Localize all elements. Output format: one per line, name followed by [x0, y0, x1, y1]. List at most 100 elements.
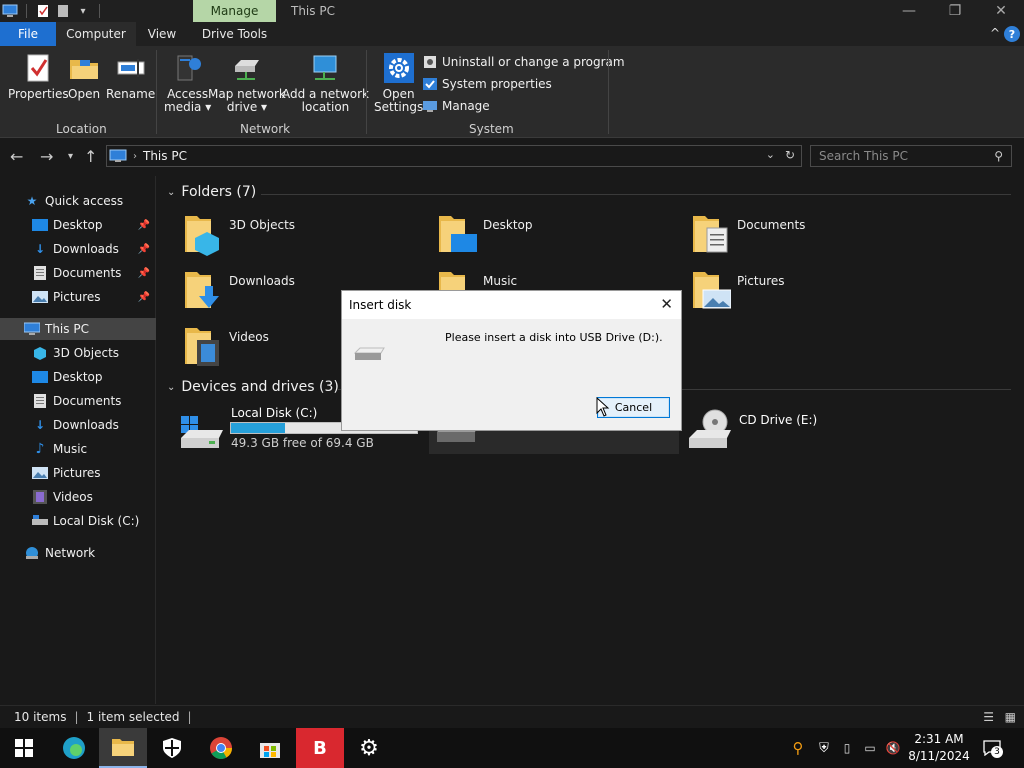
qat-dropdown-icon[interactable]: ▾: [75, 3, 91, 19]
sidebar-item-downloads[interactable]: ↓ Downloads: [0, 414, 156, 436]
sidebar-item-qa-pictures[interactable]: Pictures 📌: [0, 286, 156, 308]
this-pc-icon: [109, 149, 127, 162]
breadcrumb-chevron-icon[interactable]: ›: [133, 151, 137, 162]
rename-button[interactable]: Rename: [106, 52, 155, 101]
taskbar-bitdefender[interactable]: B: [296, 728, 344, 768]
forward-arrow-icon[interactable]: →: [40, 147, 53, 166]
taskbar-file-explorer[interactable]: [99, 728, 147, 768]
tray-network-icon[interactable]: ▭: [860, 728, 880, 768]
folder-desktop[interactable]: Desktop: [437, 212, 677, 260]
taskbar-security[interactable]: [148, 728, 196, 768]
devices-section-header[interactable]: ⌄ Devices and drives (3): [167, 379, 339, 395]
open-button[interactable]: Open: [68, 52, 100, 101]
uninstall-program-button[interactable]: Uninstall or change a program: [422, 52, 625, 72]
sidebar-item-music[interactable]: ♪ Music: [0, 438, 156, 460]
mouse-cursor-icon: [596, 397, 610, 417]
folder-pictures[interactable]: Pictures: [691, 268, 931, 316]
sidebar-item-desktop[interactable]: Desktop: [0, 366, 156, 388]
back-arrow-icon[interactable]: ←: [10, 147, 23, 166]
folder-3d-objects-icon: [185, 216, 219, 256]
sidebar-item-qa-desktop[interactable]: Desktop 📌: [0, 214, 156, 236]
ribbon-tabs: File Computer View Drive Tools ^ ?: [0, 22, 1024, 46]
pin-icon[interactable]: 📌: [138, 244, 150, 255]
pin-icon[interactable]: 📌: [138, 268, 150, 279]
search-input[interactable]: Search This PC ⚲: [810, 145, 1012, 167]
computer-icon[interactable]: [2, 3, 18, 19]
volume-muted-icon: 🔇: [885, 741, 901, 755]
taskbar-chrome[interactable]: [197, 728, 245, 768]
tab-drive-tools[interactable]: Drive Tools: [193, 22, 276, 46]
sidebar-item-local-disk[interactable]: Local Disk (C:): [0, 510, 156, 532]
help-icon[interactable]: ?: [1004, 26, 1020, 42]
new-folder-small-icon[interactable]: [55, 3, 71, 19]
sidebar-item-qa-downloads[interactable]: ↓ Downloads 📌: [0, 238, 156, 260]
tab-view[interactable]: View: [137, 22, 187, 46]
sidebar-item-qa-documents[interactable]: Documents 📌: [0, 262, 156, 284]
sidebar-item-documents[interactable]: Documents: [0, 390, 156, 412]
tab-computer[interactable]: Computer: [56, 22, 136, 46]
insert-disk-dialog: Insert disk ✕ Please insert a disk into …: [341, 290, 682, 431]
sidebar-item-videos[interactable]: Videos: [0, 486, 156, 508]
action-center-button[interactable]: 3: [983, 740, 1003, 758]
usb-drive-icon: [354, 347, 385, 360]
up-arrow-icon[interactable]: ↑: [84, 147, 97, 166]
breadcrumb-path[interactable]: This PC: [143, 149, 187, 163]
dialog-title-bar: Insert disk: [342, 291, 681, 319]
properties-small-icon[interactable]: [35, 3, 51, 19]
refresh-icon[interactable]: ↻: [785, 148, 795, 162]
taskbar-clock[interactable]: 2:31 AM 8/11/2024: [904, 731, 974, 765]
properties-label: Properties: [8, 87, 69, 101]
rename-icon: [117, 59, 145, 77]
properties-button[interactable]: Properties: [8, 52, 69, 101]
taskbar-edge[interactable]: [50, 728, 98, 768]
drive-cd-e[interactable]: CD Drive (E:): [687, 404, 937, 452]
drive-c-usage-fill: [231, 423, 285, 433]
search-icon: ⚲: [994, 149, 1003, 163]
sidebar-item-3d-objects[interactable]: 3D Objects: [0, 342, 156, 364]
tray-security-icon[interactable]: ⛨: [814, 728, 834, 768]
start-button[interactable]: [0, 728, 48, 768]
sidebar-item-pictures[interactable]: Pictures: [0, 462, 156, 484]
manage-context-tab[interactable]: Manage: [193, 0, 276, 22]
tray-search-icon[interactable]: ⚲: [788, 728, 808, 768]
bitdefender-icon: B: [313, 737, 327, 759]
tray-usb-icon[interactable]: ▯: [838, 728, 856, 768]
settings-gear-icon: [383, 53, 414, 83]
sidebar-item-quick-access[interactable]: ★ Quick access: [0, 190, 156, 212]
document-icon: [32, 265, 48, 281]
open-settings-label-2: Settings: [374, 100, 424, 114]
sidebar-item-this-pc[interactable]: This PC: [0, 318, 156, 340]
details-view-icon[interactable]: ☰: [983, 710, 994, 724]
dialog-close-button[interactable]: ✕: [660, 295, 673, 313]
folder-documents[interactable]: Documents: [691, 212, 931, 260]
folder-3d-objects[interactable]: 3D Objects: [183, 212, 423, 260]
tray-volume-icon[interactable]: 🔇: [883, 728, 903, 768]
system-properties-button[interactable]: System properties: [422, 74, 552, 94]
access-media-button[interactable]: Access media ▾: [164, 52, 211, 114]
taskbar-settings[interactable]: ⚙: [345, 728, 393, 768]
pin-icon[interactable]: 📌: [138, 292, 150, 303]
taskbar-store[interactable]: [246, 728, 294, 768]
folder-videos-icon: [185, 328, 219, 366]
large-icons-view-icon[interactable]: ▦: [1005, 710, 1016, 724]
manage-button[interactable]: Manage: [422, 96, 490, 116]
minimize-button[interactable]: —: [886, 0, 932, 22]
address-dropdown-icon[interactable]: ⌄: [766, 148, 775, 161]
map-network-drive-button[interactable]: Map network drive ▾: [208, 52, 286, 114]
uninstall-label: Uninstall or change a program: [442, 55, 625, 69]
add-location-label-2: location: [301, 100, 350, 114]
usb-eject-icon: ▯: [843, 741, 851, 755]
folders-section-header[interactable]: ⌄ Folders (7): [167, 184, 256, 200]
notification-count-badge: 3: [991, 746, 1003, 758]
maximize-button[interactable]: ❐: [932, 0, 978, 22]
add-network-location-button[interactable]: Add a network location: [282, 52, 369, 114]
pin-icon[interactable]: 📌: [138, 220, 150, 231]
close-button[interactable]: ✕: [978, 0, 1024, 22]
properties-icon: [27, 54, 49, 82]
address-bar[interactable]: › This PC ⌄ ↻: [106, 145, 802, 167]
tab-file[interactable]: File: [0, 22, 56, 46]
recent-locations-icon[interactable]: ▾: [68, 151, 73, 162]
sidebar-item-network[interactable]: Network: [0, 542, 156, 564]
open-settings-button[interactable]: Open Settings: [374, 52, 423, 114]
collapse-ribbon-icon[interactable]: ^: [990, 26, 1000, 40]
